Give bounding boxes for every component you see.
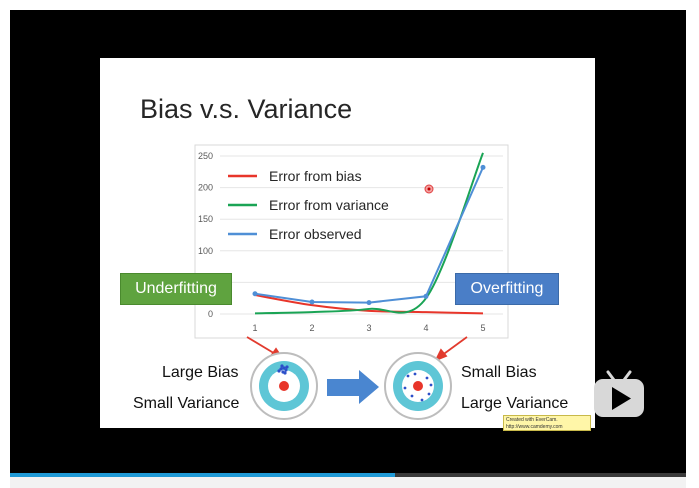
data-point [366, 300, 372, 306]
video-player[interactable]: Bias v.s. Variance 050100150200250 12345… [10, 10, 686, 476]
watermark-line-1: Created with EverCam. [506, 417, 558, 423]
y-tick-label: 0 [208, 309, 213, 319]
y-tick-label: 200 [198, 183, 213, 193]
legend-label: Error observed [269, 226, 362, 242]
data-point [480, 164, 486, 170]
left-target-label-1: Large Bias [162, 364, 239, 381]
underfitting-label: Underfitting [120, 273, 232, 305]
arrow-right-icon [327, 370, 379, 404]
x-tick-label: 2 [309, 323, 314, 333]
target-icon-left [250, 352, 318, 420]
left-target-label-2: Small Variance [133, 395, 240, 412]
play-icon[interactable] [590, 370, 648, 422]
data-point [309, 299, 315, 305]
legend-label: Error from variance [269, 197, 389, 213]
data-point [252, 291, 258, 297]
y-tick-label: 100 [198, 246, 213, 256]
watermark-line-2: http://www.camdemy.com [506, 424, 563, 430]
x-tick-label: 1 [252, 323, 257, 333]
x-tick-label: 5 [480, 323, 485, 333]
right-target-label-2: Large Variance [461, 395, 569, 412]
target-icon-right [384, 352, 452, 420]
legend-label: Error from bias [269, 168, 362, 184]
evercam-watermark: Created with EverCam. http://www.camdemy… [503, 415, 591, 431]
x-tick-label: 3 [366, 323, 371, 333]
data-point [423, 293, 429, 299]
y-tick-label: 250 [198, 151, 213, 161]
y-tick-label: 150 [198, 214, 213, 224]
x-tick-label: 4 [423, 323, 428, 333]
overfitting-arrow [434, 336, 468, 362]
overfitting-label: Overfitting [455, 273, 559, 305]
right-target-label-1: Small Bias [461, 364, 537, 381]
slide: Bias v.s. Variance 050100150200250 12345… [100, 58, 595, 431]
bottom-strip [10, 477, 686, 488]
